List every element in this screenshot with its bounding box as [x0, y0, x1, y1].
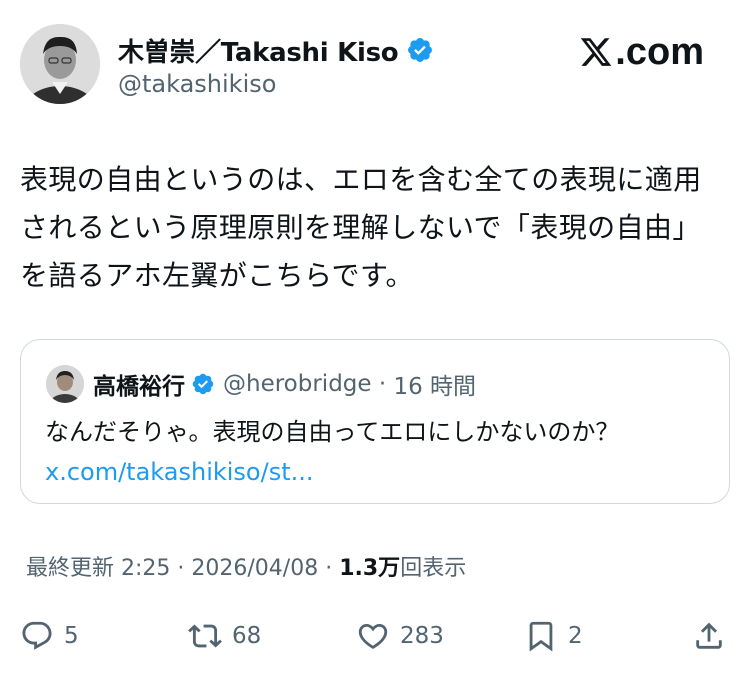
bookmark-button[interactable]: 2: [524, 614, 583, 658]
quote-verified-badge-icon: [192, 373, 214, 395]
bookmark-count: 2: [568, 623, 583, 649]
author-avatar-image: [20, 24, 100, 104]
reply-button[interactable]: 5: [20, 614, 79, 658]
repost-count: 68: [232, 623, 262, 649]
x-logo-icon: [581, 38, 612, 66]
tweet-text: 表現の自由というのは、エロを含む全ての表現に適用されるという原理原則を理解しない…: [20, 163, 702, 292]
author-handle[interactable]: @takashikiso: [118, 70, 276, 98]
quote-author-handle[interactable]: @herobridge: [223, 371, 372, 397]
author-avatar[interactable]: [20, 24, 100, 104]
action-bar: 5 68 283 2: [0, 614, 750, 658]
quote-author-name[interactable]: 高橋裕行: [93, 367, 185, 401]
views-count[interactable]: 1.3万: [339, 556, 400, 581]
tweet-time[interactable]: 2:25: [121, 556, 170, 581]
quote-avatar-image: [46, 365, 84, 403]
repost-icon: [188, 624, 222, 648]
meta-separator: ·: [170, 556, 192, 581]
share-button[interactable]: [692, 614, 726, 658]
heart-icon: [358, 623, 388, 649]
reply-count: 5: [64, 623, 79, 649]
quote-avatar[interactable]: [46, 365, 84, 403]
like-count: 283: [400, 623, 444, 649]
x-logo-text: .com: [615, 30, 704, 73]
quote-link[interactable]: x.com/takashikiso/st...: [45, 452, 314, 492]
share-icon: [696, 622, 722, 649]
views-label: 回表示: [400, 556, 467, 581]
reply-icon: [22, 621, 52, 650]
quote-timestamp[interactable]: 16 時間: [393, 367, 476, 401]
quote-header: 高橋裕行 @herobridge · 16 時間: [93, 364, 476, 404]
tweet-date[interactable]: 2026/04/08: [191, 556, 318, 581]
updated-label: 最終更新: [26, 556, 115, 581]
x-logo: .com: [579, 30, 704, 73]
quote-text: なんだそりゃ。表現の自由ってエロにしかないのか？: [45, 418, 620, 446]
bookmark-icon: [529, 621, 553, 652]
like-button[interactable]: 283: [356, 614, 444, 658]
verified-badge-icon: [408, 38, 433, 62]
quoted-tweet-card[interactable]: 高橋裕行 @herobridge · 16 時間 なんだそりゃ。表現の自由ってエ…: [20, 339, 730, 504]
repost-button[interactable]: 68: [188, 614, 261, 658]
author-name-row: 木曽崇／Takashi Kiso: [118, 30, 434, 70]
tweet-meta: 最終更新 2:25 · 2026/04/08 · 1.3万回表示: [26, 550, 466, 582]
meta-separator: ·: [318, 556, 340, 581]
author-name[interactable]: 木曽崇／Takashi Kiso: [118, 32, 399, 69]
quote-separator: ·: [371, 371, 394, 397]
